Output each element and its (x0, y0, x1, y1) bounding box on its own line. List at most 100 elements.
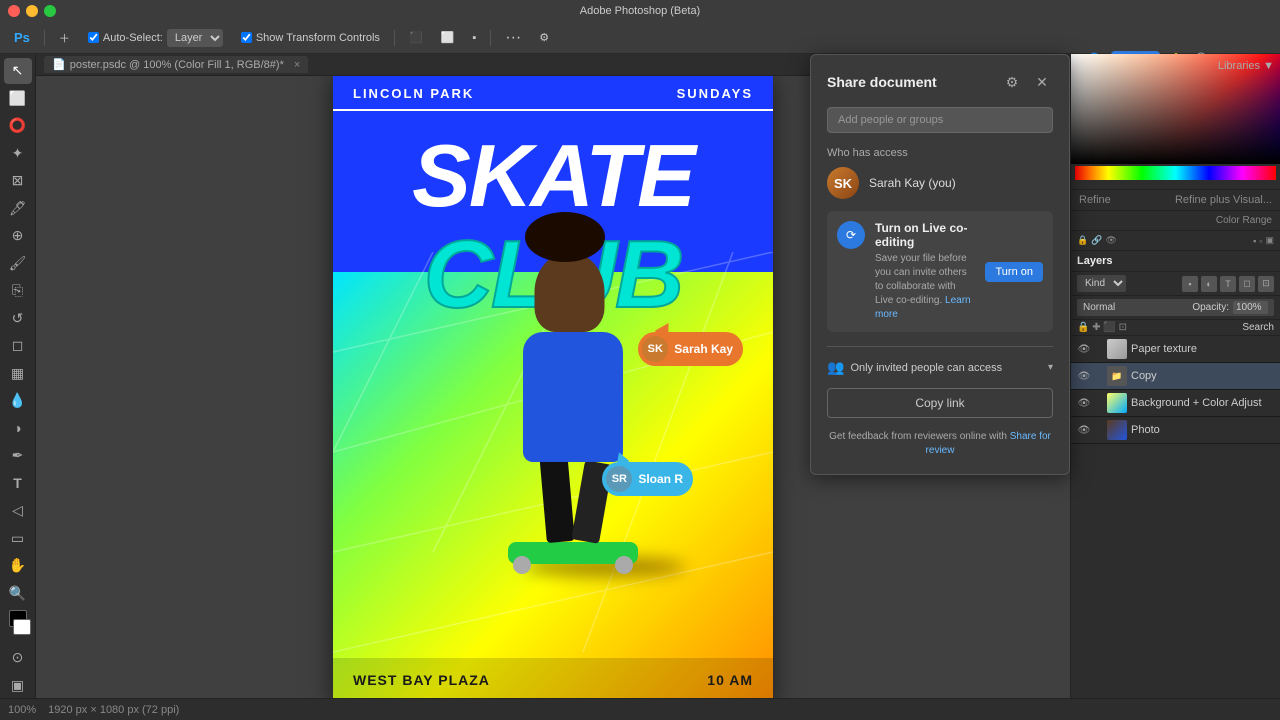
auto-select-checkbox[interactable] (88, 32, 99, 43)
plus-icon: ＋ (59, 30, 70, 46)
close-button[interactable] (8, 5, 20, 17)
filter-adjust-icon[interactable]: ◐ (1201, 276, 1217, 292)
skater-head (535, 252, 605, 332)
color-range-label: Color Range (1216, 215, 1272, 226)
layer-thumb-bg (1107, 393, 1127, 413)
lasso-tool[interactable]: ⭕ (4, 113, 32, 139)
share-settings-icon[interactable]: ⚙ (1001, 71, 1023, 93)
new-doc-button[interactable]: ＋ (53, 27, 76, 49)
history-brush-tool[interactable]: ↺ (4, 306, 32, 332)
auto-select-toggle[interactable]: Auto-Select: Layer (82, 27, 229, 49)
background-color[interactable] (13, 619, 31, 636)
share-panel-header-icons: ⚙ ✕ (1001, 71, 1053, 93)
more-button[interactable]: ··· (499, 27, 527, 49)
dodge-tool[interactable]: ◑ (4, 416, 32, 442)
show-transform-controls[interactable]: Show Transform Controls (235, 27, 386, 49)
sarah-avatar: SK (642, 336, 668, 362)
layers-panel-title: Layers (1077, 255, 1112, 267)
layer-row-photo[interactable]: 👁 Photo (1071, 417, 1280, 444)
layers-icon-row: 🔒 🔗 👁 ▪ ▫ ▣ (1071, 231, 1280, 251)
color-area: Libraries ▼ (1071, 54, 1280, 190)
layer-visibility-copy[interactable]: 👁 (1077, 369, 1091, 383)
auto-select-label: Auto-Select: (103, 32, 163, 44)
tab-close-icon[interactable]: × (294, 59, 300, 71)
filter-shape-icon[interactable]: ◻ (1239, 276, 1255, 292)
layers-filter-row: Kind ▪ ◐ T ◻ ⊡ (1071, 272, 1280, 296)
layers-toolbar: Layers (1071, 251, 1280, 272)
eraser-tool[interactable]: ◻ (4, 333, 32, 359)
skater-leg-left (539, 451, 575, 543)
layers-large-icon: ▣ (1265, 235, 1274, 246)
color-spectrum-slider[interactable] (1075, 166, 1276, 180)
marquee-tool[interactable]: ⬜ (4, 86, 32, 112)
settings-button[interactable]: ⚙ (533, 27, 555, 49)
skater-hair (525, 212, 605, 262)
refine-header: Refine Refine plus Visual... (1071, 190, 1280, 211)
hand-tool[interactable]: ✋ (4, 553, 32, 579)
align-center-button[interactable]: ⬜ (435, 27, 461, 49)
copy-link-button[interactable]: Copy link (827, 388, 1053, 418)
layer-visibility-paper[interactable]: 👁 (1077, 342, 1091, 356)
layers-lock-icon: 🔒 (1077, 235, 1088, 246)
pen-tool[interactable]: ✒ (4, 443, 32, 469)
move-tool[interactable]: ↖ (4, 58, 32, 84)
layer-name-paper: Paper texture (1131, 343, 1274, 355)
layer-select[interactable]: Layer (167, 29, 223, 47)
tab-icon: 📄 (52, 58, 66, 71)
share-close-icon[interactable]: ✕ (1031, 71, 1053, 93)
add-people-input[interactable] (827, 107, 1053, 133)
filter-smart-icon[interactable]: ⊡ (1258, 276, 1274, 292)
filter-pixel-icon[interactable]: ▪ (1182, 276, 1198, 292)
blur-tool[interactable]: 💧 (4, 388, 32, 414)
path-select-tool[interactable]: ◁ (4, 498, 32, 524)
skater-hoodie (523, 332, 623, 462)
access-chevron-icon[interactable]: ▾ (1048, 362, 1053, 373)
traffic-lights (8, 5, 56, 17)
align-left-button[interactable]: ⬛ (403, 27, 429, 49)
clone-stamp-tool[interactable]: ⎘ (4, 278, 32, 304)
libraries-button[interactable]: Libraries ▼ (1218, 60, 1274, 72)
layers-search-row: Normal Opacity: (1071, 296, 1280, 320)
skater-figure (393, 242, 753, 622)
spot-healing-tool[interactable]: ⊕ (4, 223, 32, 249)
fill-label: Search (1242, 322, 1274, 333)
zoom-level: 100% (8, 704, 36, 716)
transform-checkbox[interactable] (241, 32, 252, 43)
document-tab[interactable]: 📄 poster.psdc @ 100% (Color Fill 1, RGB/… (44, 56, 308, 73)
gradient-tool[interactable]: ▦ (4, 361, 32, 387)
crop-tool[interactable]: ⊠ (4, 168, 32, 194)
turn-on-live-button[interactable]: Turn on (985, 262, 1043, 282)
layer-visibility-bg[interactable]: 👁 (1077, 396, 1091, 410)
filter-type-icon[interactable]: T (1220, 276, 1236, 292)
app-title: Adobe Photoshop (Beta) (580, 5, 700, 17)
feedback-text: Get feedback from reviewers online with … (827, 430, 1053, 458)
layer-row-paper-texture[interactable]: 👁 Paper texture (1071, 336, 1280, 363)
zoom-tool[interactable]: 🔍 (4, 581, 32, 607)
access-people-icon: 👥 (827, 359, 844, 376)
layers-visibility-icon: 👁 (1105, 235, 1116, 246)
layer-thumb-photo (1107, 420, 1127, 440)
quick-mask-mode[interactable]: ⊙ (4, 645, 32, 671)
type-tool[interactable]: T (4, 471, 32, 497)
magic-wand-tool[interactable]: ✦ (4, 141, 32, 167)
home-button[interactable]: Ps (8, 27, 36, 49)
skateboard-wheels (513, 556, 633, 574)
maximize-button[interactable] (44, 5, 56, 17)
layer-visibility-photo[interactable]: 👁 (1077, 423, 1091, 437)
user-row-sarah: SK Sarah Kay (you) (827, 167, 1053, 199)
minimize-button[interactable] (26, 5, 38, 17)
rectangle-tool[interactable]: ▭ (4, 526, 32, 552)
poster-header: LINCOLN PARK SUNDAYS (333, 76, 773, 111)
layer-row-bg-color[interactable]: 👁 Background + Color Adjust (1071, 390, 1280, 417)
share-divider (827, 346, 1053, 347)
align-right-button[interactable]: ▪ (466, 27, 482, 49)
wheel-front (513, 556, 531, 574)
screen-mode[interactable]: ▣ (4, 673, 32, 699)
tab-label: poster.psdc @ 100% (Color Fill 1, RGB/8#… (70, 59, 284, 71)
eyedropper-tool[interactable]: 🖋 (4, 196, 32, 222)
toolbar-separator (44, 30, 45, 46)
layer-row-copy[interactable]: 👁 📁 Copy (1071, 363, 1280, 390)
opacity-input[interactable] (1233, 301, 1268, 314)
brush-tool[interactable]: 🖌 (4, 251, 32, 277)
layer-filter-select[interactable]: Kind (1077, 275, 1126, 292)
